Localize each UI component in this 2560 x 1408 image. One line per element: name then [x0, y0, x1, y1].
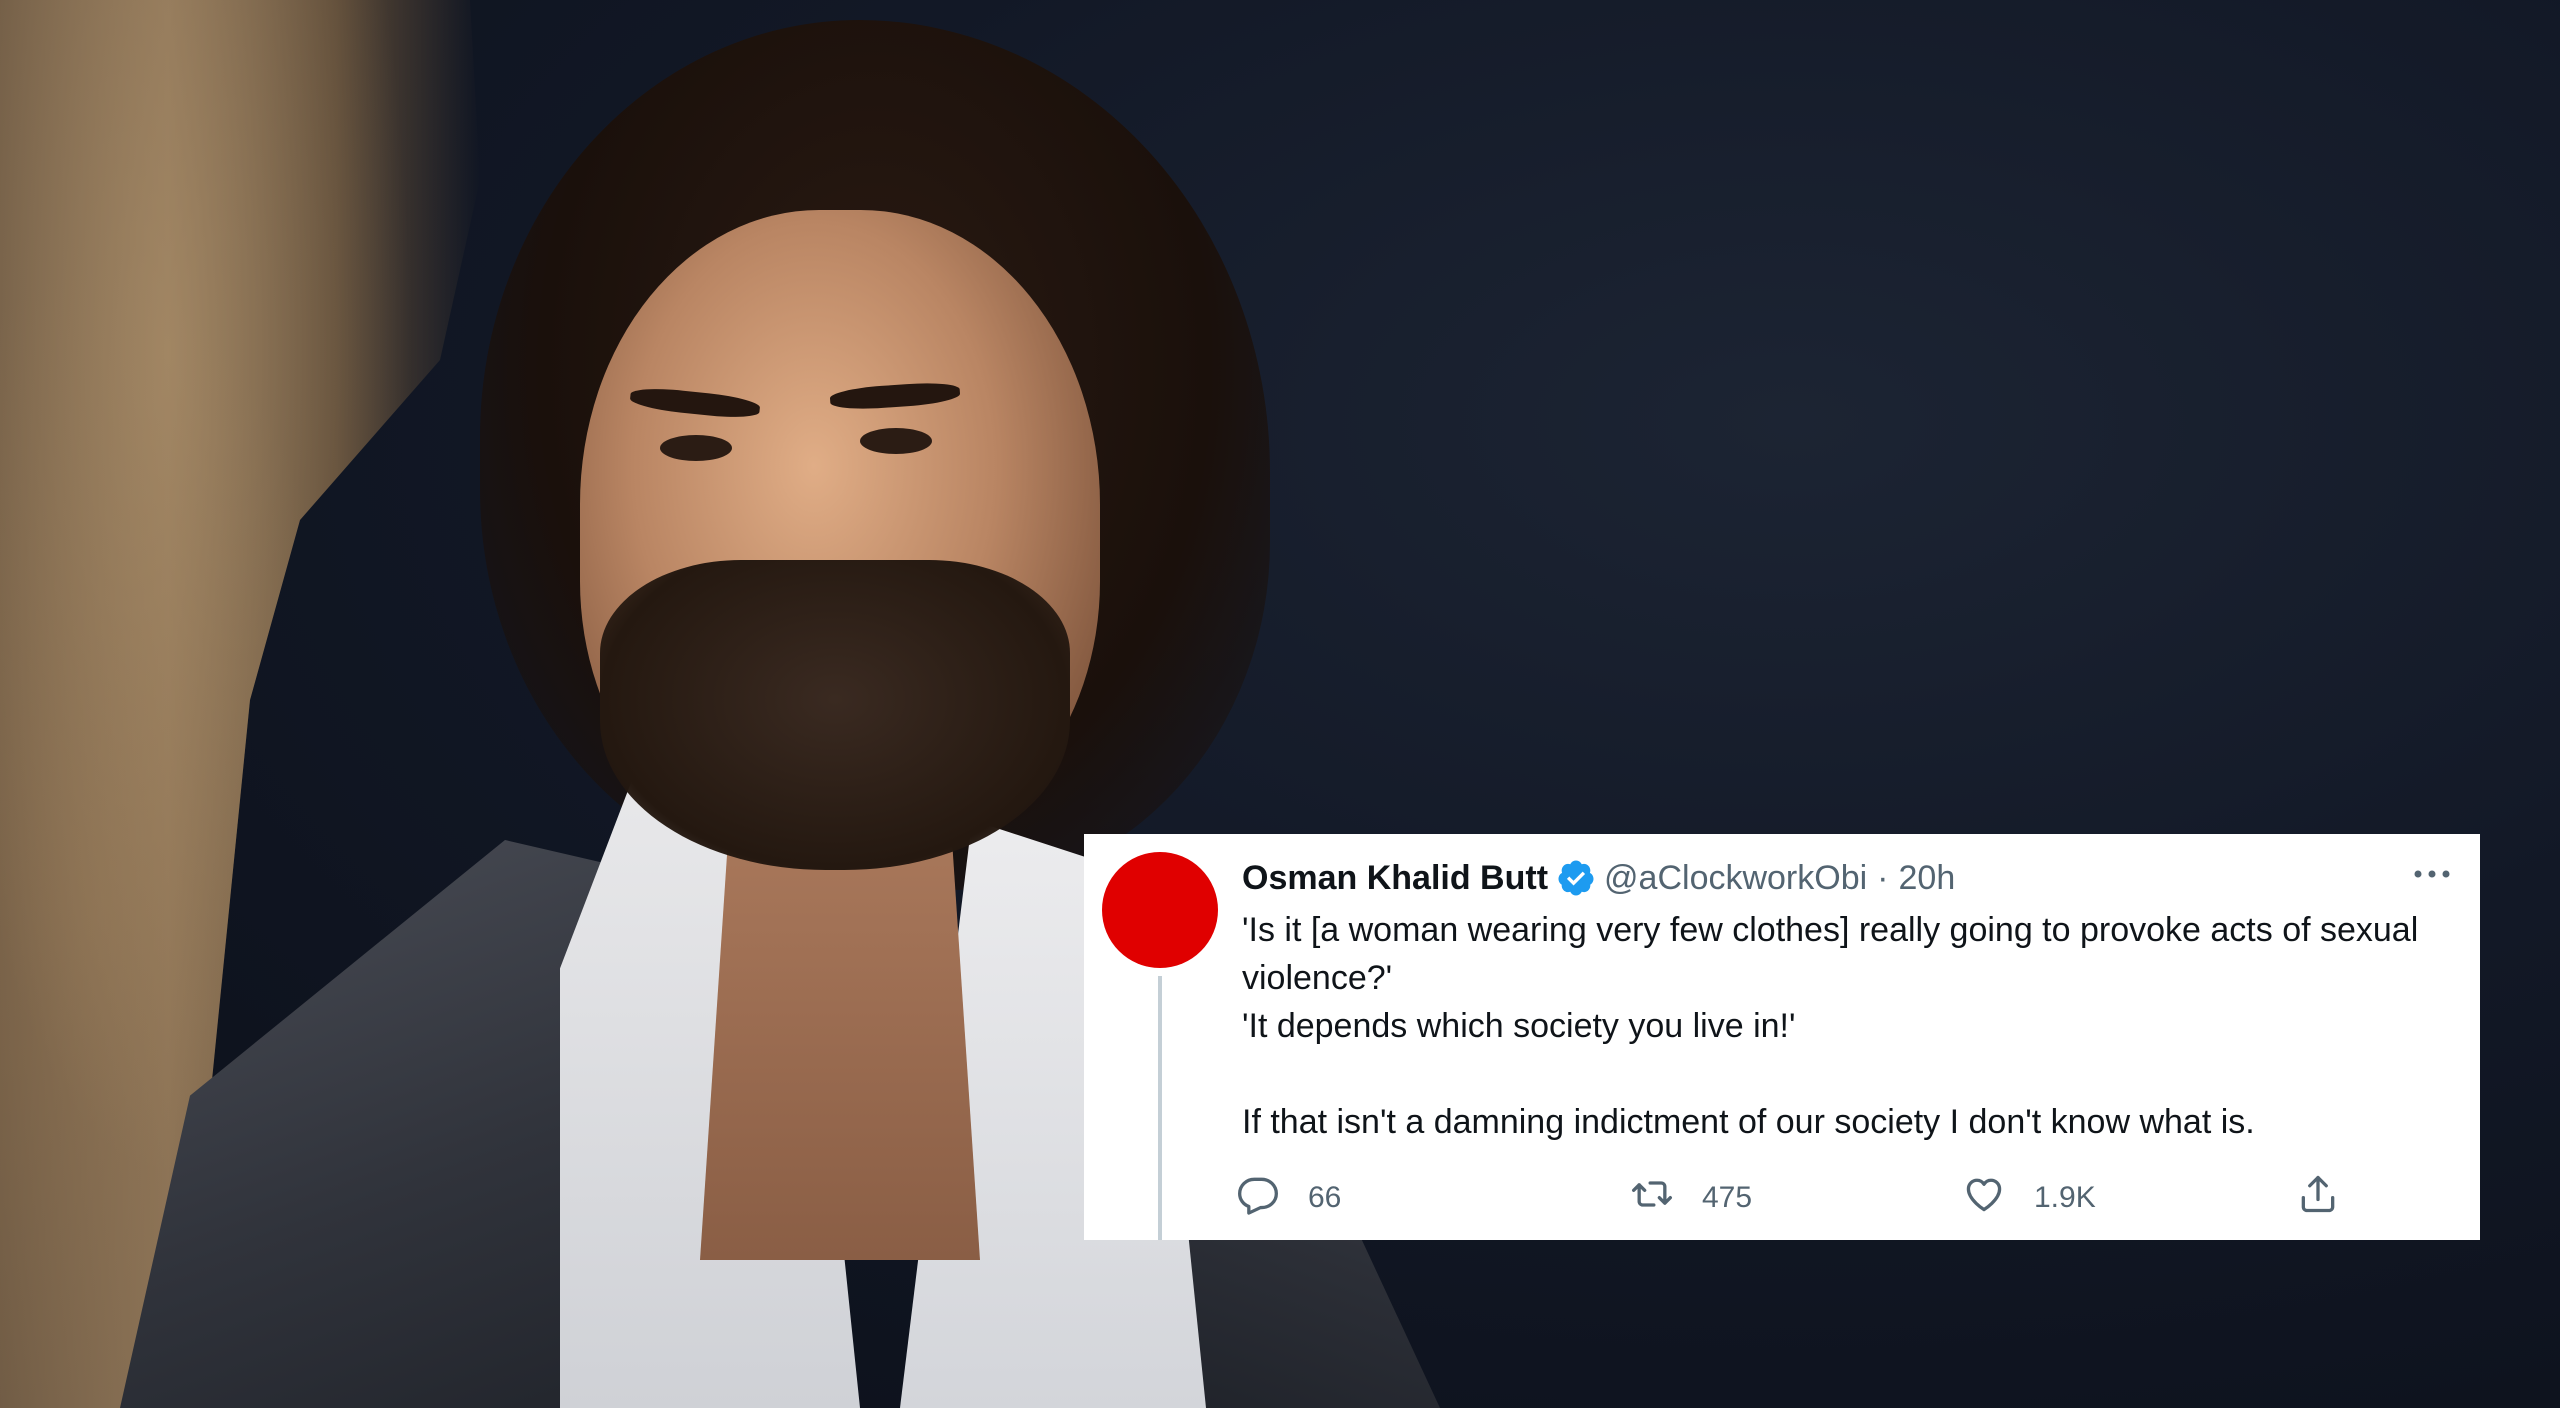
right-eye [860, 428, 932, 454]
more-icon[interactable] [2412, 864, 2452, 884]
retweet-icon [1630, 1172, 1674, 1224]
share-icon [2296, 1172, 2340, 1224]
display-name[interactable]: Osman Khalid Butt [1242, 856, 1548, 900]
share-button[interactable] [2296, 1172, 2340, 1224]
like-button[interactable]: 1.9K [1962, 1172, 2096, 1224]
user-handle[interactable]: @aClockworkObi [1604, 856, 1867, 900]
tweet-text: 'Is it [a woman wearing very few clothes… [1242, 906, 2442, 1146]
separator-dot: · [1877, 859, 1889, 897]
tweet-line: 'It depends which society you live in!' [1242, 1007, 1796, 1045]
left-eye [660, 435, 732, 461]
tweet-header: Osman Khalid Butt @aClockworkObi · 20h [1242, 856, 1955, 900]
tweet-line: If that isn't a damning indictment of ou… [1242, 1103, 2255, 1141]
tweet-timestamp[interactable]: 20h [1899, 856, 1956, 900]
reply-count: 66 [1308, 1181, 1342, 1214]
like-count: 1.9K [2034, 1181, 2096, 1214]
neck [700, 840, 980, 1260]
tweet-card[interactable]: Osman Khalid Butt @aClockworkObi · 20h '… [1084, 834, 2480, 1240]
retweet-button[interactable]: 475 [1630, 1172, 1752, 1224]
beard [600, 560, 1070, 870]
heart-icon [1962, 1172, 2006, 1224]
retweet-count: 475 [1702, 1181, 1753, 1214]
reply-button[interactable]: 66 [1236, 1172, 1341, 1224]
avatar[interactable] [1102, 852, 1218, 968]
reply-icon [1236, 1172, 1280, 1224]
thread-line [1158, 976, 1162, 1240]
tweet-line: 'Is it [a woman wearing very few clothes… [1242, 911, 2419, 997]
image-canvas: Osman Khalid Butt @aClockworkObi · 20h '… [0, 0, 2560, 1408]
verified-badge-icon [1556, 858, 1596, 898]
tweet-actions: 66 475 1.9K [1236, 1172, 2356, 1222]
